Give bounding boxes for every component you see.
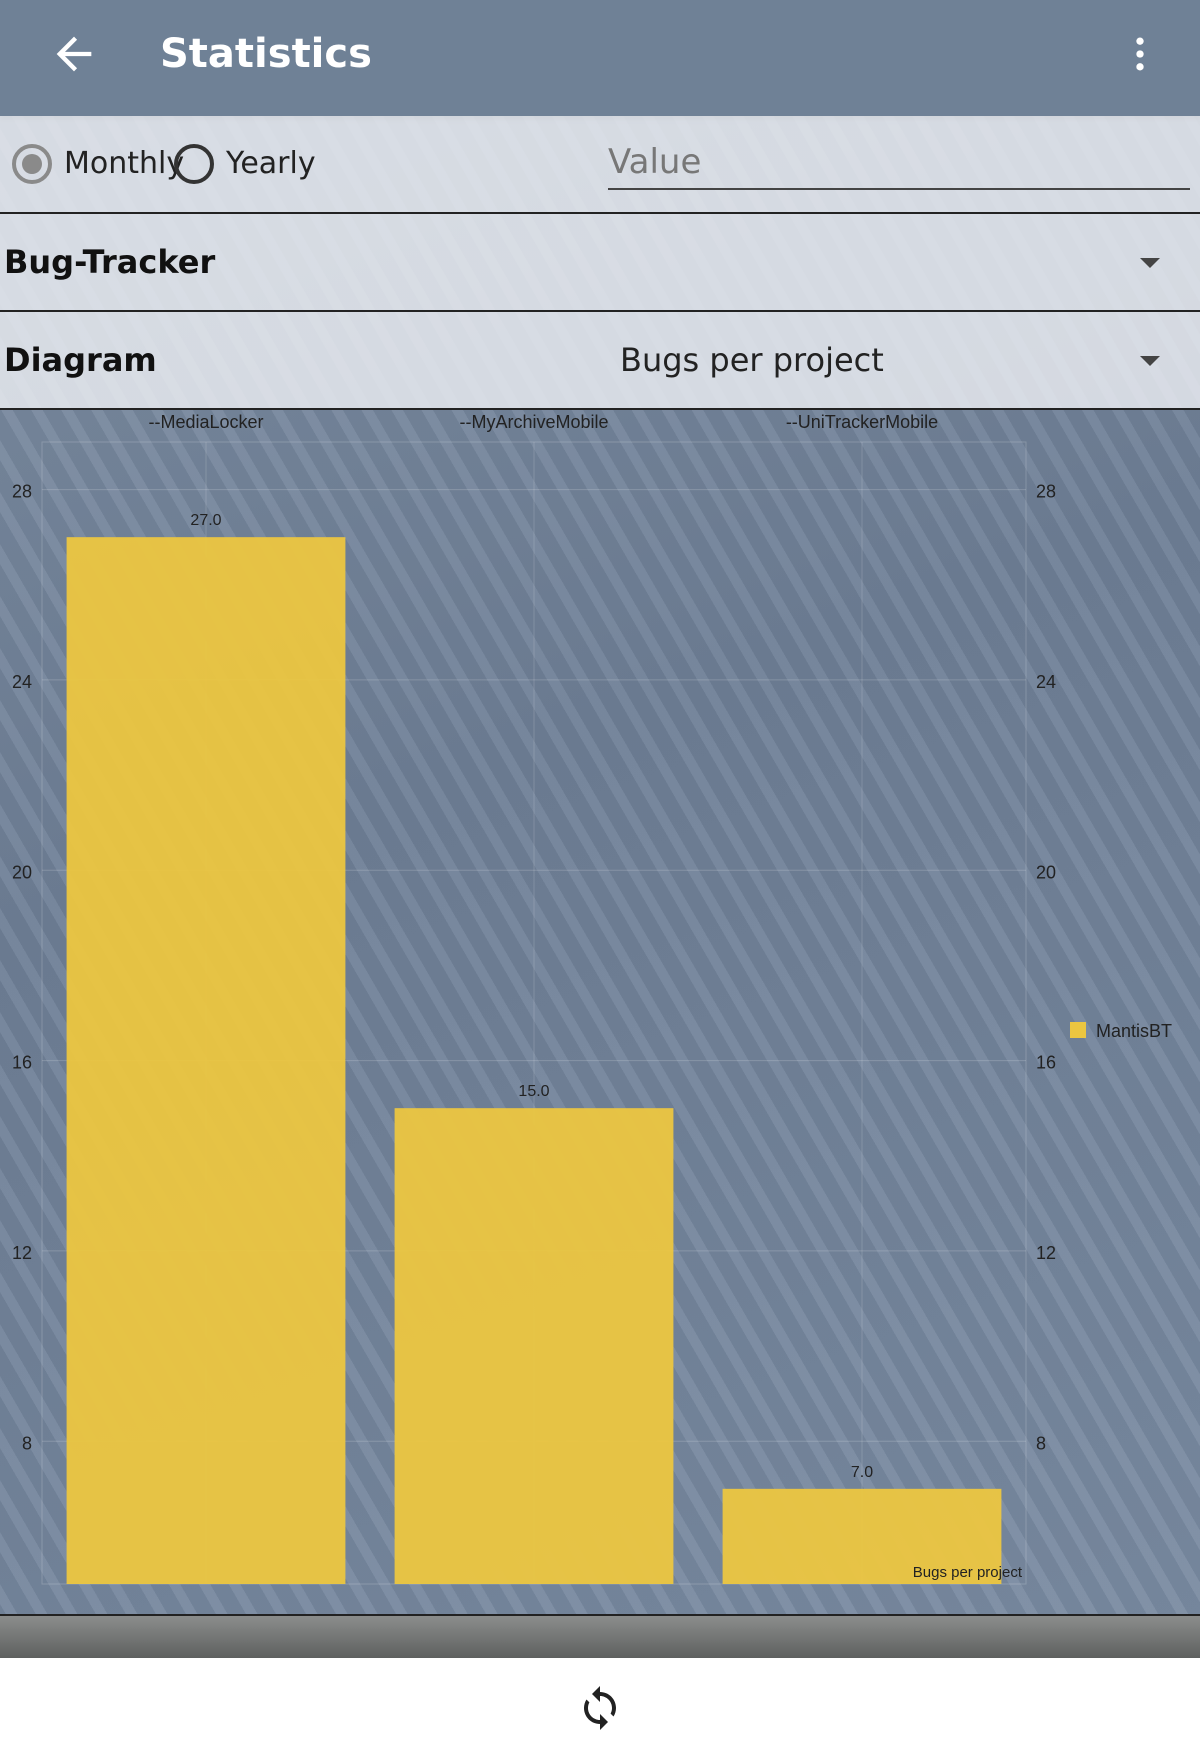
- legend-label: MantisBT: [1096, 1021, 1172, 1041]
- bar-medialocker: [66, 537, 346, 1584]
- chevron-down-icon[interactable]: [1140, 258, 1160, 268]
- more-vert-icon[interactable]: [1118, 28, 1162, 80]
- y-tick-label-right: 28: [1036, 482, 1056, 502]
- monthly-label[interactable]: Monthly: [64, 144, 184, 184]
- refresh-icon[interactable]: [576, 1684, 624, 1732]
- x-category-label: --UniTrackerMobile: [786, 412, 938, 432]
- legend-swatch: [1070, 1022, 1086, 1038]
- y-tick-label-left: 8: [22, 1433, 32, 1453]
- y-tick-label-right: 12: [1036, 1243, 1056, 1263]
- filter-row: Monthly Yearly: [0, 116, 1200, 214]
- bug-tracker-dropdown[interactable]: Bug-Tracker: [0, 214, 1200, 312]
- yearly-label[interactable]: Yearly: [226, 144, 316, 184]
- y-tick-label-left: 24: [12, 672, 32, 692]
- value-input[interactable]: [608, 136, 1190, 190]
- bar-value-label: 7.0: [851, 1464, 873, 1481]
- yearly-radio[interactable]: [174, 144, 214, 184]
- app-bar: Statistics: [0, 0, 1200, 116]
- monthly-radio[interactable]: [12, 144, 52, 184]
- diagram-label: Diagram: [4, 341, 157, 379]
- bar-chart: 8 8 12 12 16 16 20 20 24 24 28 28 --MediaLocker 27.0 -…: [12, 412, 1172, 1585]
- x-category-label: --MediaLocker: [148, 412, 263, 432]
- y-tick-label-right: 16: [1036, 1053, 1056, 1073]
- bug-tracker-label: Bug-Tracker: [4, 243, 216, 281]
- chart-description: Bugs per project: [913, 1564, 1023, 1581]
- y-tick-label-left: 12: [12, 1243, 32, 1263]
- page-title: Statistics: [160, 31, 372, 77]
- chevron-down-icon[interactable]: [1140, 356, 1160, 366]
- bar-value-label: 27.0: [190, 512, 221, 529]
- y-tick-label-left: 20: [12, 862, 32, 882]
- y-tick-label-left: 16: [12, 1053, 32, 1073]
- y-tick-label-right: 24: [1036, 672, 1056, 692]
- y-tick-label-right: 20: [1036, 862, 1056, 882]
- arrow-left-icon[interactable]: [48, 28, 100, 80]
- y-tick-label-left: 28: [12, 482, 32, 502]
- diagram-selected[interactable]: Bugs per project: [620, 338, 884, 382]
- bar-value-label: 15.0: [518, 1083, 549, 1100]
- bottom-bar: [0, 1614, 1200, 1658]
- bar-myarchivemobile: [394, 1108, 674, 1584]
- y-tick-label-right: 8: [1036, 1433, 1046, 1453]
- x-category-label: --MyArchiveMobile: [459, 412, 608, 432]
- diagram-dropdown[interactable]: Diagram Bugs per project: [0, 312, 1200, 410]
